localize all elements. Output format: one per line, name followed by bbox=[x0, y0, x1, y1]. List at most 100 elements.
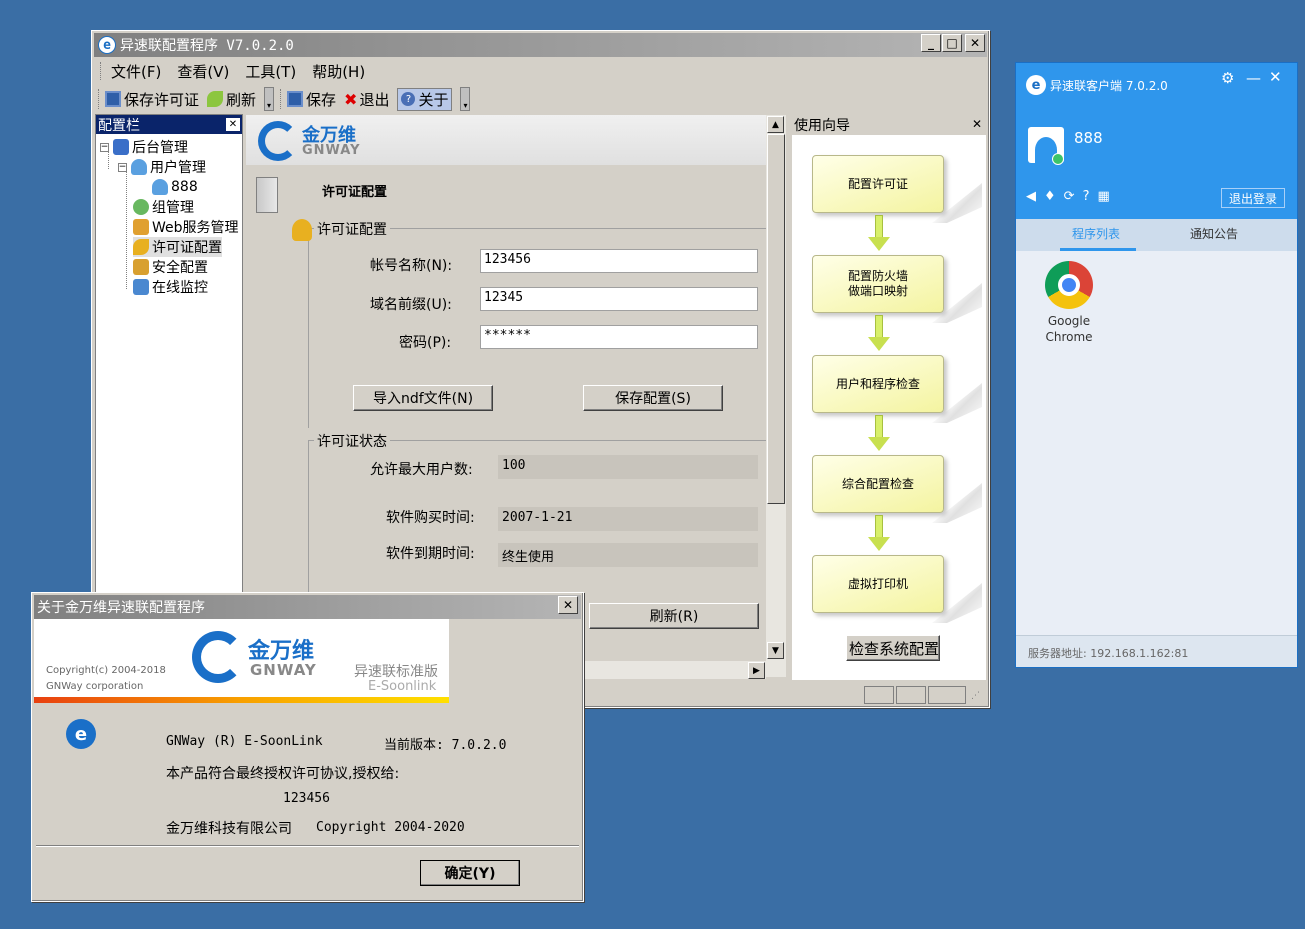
tree-item-security[interactable]: 安全配置 bbox=[133, 257, 208, 277]
expire-value: 终生使用 bbox=[498, 543, 758, 567]
scroll-thumb[interactable] bbox=[767, 134, 785, 504]
main-title-bar[interactable]: e 异速联配置程序 V7.0.2.0 bbox=[94, 33, 987, 57]
purchase-label: 软件购买时间: bbox=[386, 510, 475, 526]
password-label: 密码(P): bbox=[399, 335, 452, 351]
app-tile-chrome[interactable]: Google Chrome bbox=[1034, 261, 1104, 345]
help-icon[interactable]: ? bbox=[1083, 189, 1090, 204]
gear-icon[interactable]: ⚙ bbox=[1221, 69, 1234, 87]
close-icon[interactable]: ✕ bbox=[1269, 68, 1282, 86]
tree-item-user-888[interactable]: 888 bbox=[152, 177, 198, 197]
guide-step-printer[interactable]: 虚拟打印机 bbox=[812, 555, 944, 613]
status-pane bbox=[896, 686, 926, 704]
close-button[interactable]: ✕ bbox=[965, 34, 985, 52]
save-button[interactable]: 保存 bbox=[287, 89, 336, 110]
guide-step-license[interactable]: 配置许可证 bbox=[812, 155, 944, 213]
about-title: 关于金万维异速联配置程序 bbox=[37, 600, 205, 616]
client-toolbar: ◀ ♦ ⟳ ? ▦ bbox=[1026, 189, 1110, 204]
status-pane bbox=[928, 686, 966, 704]
main-window-title: 异速联配置程序 V7.0.2.0 bbox=[120, 38, 294, 54]
domain-label: 域名前缀(U): bbox=[370, 297, 452, 313]
save-license-button[interactable]: 保存许可证 bbox=[105, 89, 199, 110]
guide-step-firewall[interactable]: 配置防火墙 做端口映射 bbox=[812, 255, 944, 313]
tree-item-users[interactable]: − 用户管理 bbox=[118, 157, 206, 177]
config-bar-header: 配置栏 ✕ bbox=[96, 115, 242, 134]
question-icon: ? bbox=[401, 92, 416, 106]
minimize-button[interactable]: _ bbox=[921, 34, 941, 52]
about-copyright: Copyright 2004-2020 bbox=[316, 820, 465, 835]
about-title-bar[interactable]: 关于金万维异速联配置程序 bbox=[34, 595, 581, 619]
gnway-logo-icon bbox=[192, 631, 244, 683]
menu-view[interactable]: 查看(V) bbox=[177, 61, 229, 82]
brand-en: GNWAY bbox=[302, 143, 361, 158]
guide-step-user-check[interactable]: 用户和程序检查 bbox=[812, 355, 944, 413]
password-field[interactable]: ****** bbox=[480, 325, 758, 349]
maximize-button[interactable]: □ bbox=[942, 34, 962, 52]
save-disk-icon bbox=[287, 91, 304, 107]
tree-item-backend[interactable]: − 后台管理 bbox=[100, 137, 188, 157]
refresh-button[interactable]: 刷新 bbox=[207, 89, 256, 110]
user-icon bbox=[131, 159, 147, 175]
key-icon bbox=[133, 239, 149, 255]
about-corp-small: GNWay corporation bbox=[46, 681, 144, 692]
refresh-status-button[interactable]: 刷新(R) bbox=[589, 603, 759, 629]
about-copyright-small: Copyright(c) 2004-2018 bbox=[46, 665, 166, 676]
domain-field[interactable]: 12345 bbox=[480, 287, 758, 311]
account-field[interactable]: 123456 bbox=[480, 249, 758, 273]
app-logo-icon: e bbox=[98, 36, 116, 54]
minimize-icon[interactable]: — bbox=[1246, 69, 1261, 87]
about-licensee: 123456 bbox=[283, 791, 330, 806]
save-disk-icon bbox=[105, 91, 121, 107]
tab-program-list[interactable]: 程序列表 bbox=[1072, 225, 1120, 242]
about-banner: Copyright(c) 2004-2018 GNWay corporation… bbox=[34, 619, 449, 703]
menu-help[interactable]: 帮助(H) bbox=[312, 61, 365, 82]
shirt-icon[interactable]: ♦ bbox=[1044, 189, 1056, 204]
brand-header: 金万维 GNWAY bbox=[246, 115, 766, 165]
tree-item-monitor[interactable]: 在线监控 bbox=[133, 277, 208, 297]
red-x-icon: ✖ bbox=[344, 89, 358, 109]
speaker-icon[interactable]: ◀ bbox=[1026, 189, 1036, 204]
toolbar-overflow-icon[interactable]: ▾ bbox=[264, 87, 275, 111]
scroll-right-button[interactable]: ▶ bbox=[748, 662, 765, 679]
guide-title: 使用向导 bbox=[794, 118, 850, 134]
check-system-button[interactable]: 检查系统配置 bbox=[846, 635, 940, 661]
group-icon bbox=[133, 199, 149, 215]
scroll-down-button[interactable]: ▼ bbox=[767, 642, 784, 659]
guide-panel: 使用向导 ✕ 配置许可证 配置防火墙 做端口映射 用户和程序检查 综合配置检查 … bbox=[790, 115, 986, 680]
scroll-up-button[interactable]: ▲ bbox=[767, 116, 784, 133]
tree-item-web-service[interactable]: Web服务管理 bbox=[133, 217, 239, 237]
guide-step-overall-check[interactable]: 综合配置检查 bbox=[812, 455, 944, 513]
down-arrow-icon bbox=[868, 315, 890, 355]
grid-icon[interactable]: ▦ bbox=[1097, 189, 1109, 204]
server-address: 服务器地址: 192.168.1.162:81 bbox=[1028, 647, 1189, 660]
sync-icon[interactable]: ⟳ bbox=[1064, 189, 1075, 204]
banner-stripe bbox=[34, 697, 449, 703]
about-version: 当前版本: 7.0.2.0 bbox=[384, 738, 507, 753]
exit-button[interactable]: ✖ 退出 bbox=[344, 89, 389, 110]
about-button[interactable]: ? 关于 bbox=[397, 87, 453, 111]
about-close-button[interactable]: ✕ bbox=[558, 596, 578, 614]
about-license-line: 本产品符合最终授权许可协议,授权给: bbox=[166, 766, 400, 782]
chrome-icon bbox=[1045, 261, 1093, 309]
menu-file[interactable]: 文件(F) bbox=[111, 61, 161, 82]
logout-button[interactable]: 退出登录 bbox=[1221, 188, 1285, 208]
monitor-icon bbox=[133, 279, 149, 295]
client-logo-icon: e bbox=[1026, 75, 1046, 95]
refresh-leaf-icon bbox=[207, 91, 224, 107]
app-logo-icon: e bbox=[66, 719, 96, 749]
ok-button[interactable]: 确定(Y) bbox=[420, 860, 520, 886]
about-company: 金万维科技有限公司 bbox=[166, 821, 292, 837]
guide-close-icon[interactable]: ✕ bbox=[972, 117, 982, 131]
tree-item-groups[interactable]: 组管理 bbox=[133, 197, 194, 217]
toolbar-overflow-icon[interactable]: ▾ bbox=[460, 87, 471, 111]
tab-notices[interactable]: 通知公告 bbox=[1190, 225, 1238, 242]
client-tabs: 程序列表 通知公告 bbox=[1016, 219, 1297, 251]
lock-icon bbox=[133, 259, 149, 275]
menu-tools[interactable]: 工具(T) bbox=[245, 61, 296, 82]
down-arrow-icon bbox=[868, 515, 890, 555]
resize-grip-icon[interactable]: ⋰ bbox=[971, 691, 980, 701]
close-icon[interactable]: ✕ bbox=[226, 118, 240, 131]
save-config-button[interactable]: 保存配置(S) bbox=[583, 385, 723, 411]
tab-active-underline bbox=[1060, 248, 1136, 251]
import-ndf-button[interactable]: 导入ndf文件(N) bbox=[353, 385, 493, 411]
tree-item-license[interactable]: 许可证配置 bbox=[133, 237, 222, 257]
